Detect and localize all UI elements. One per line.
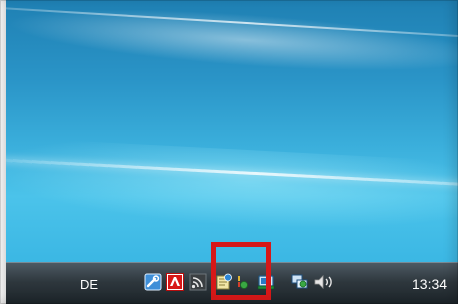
network-connection-icon[interactable]	[291, 273, 309, 291]
language-indicator[interactable]: DE	[80, 277, 98, 292]
tools-icon[interactable]	[144, 273, 162, 291]
highlight-box	[211, 242, 271, 300]
wireless-network-icon[interactable]	[189, 273, 207, 291]
antivirus-umbrella-icon[interactable]	[166, 273, 184, 291]
screenshot-frame: DE 13:34	[0, 0, 458, 304]
clock[interactable]: 13:34	[412, 276, 447, 292]
desktop-background	[6, 0, 458, 262]
volume-icon[interactable]	[313, 273, 335, 291]
